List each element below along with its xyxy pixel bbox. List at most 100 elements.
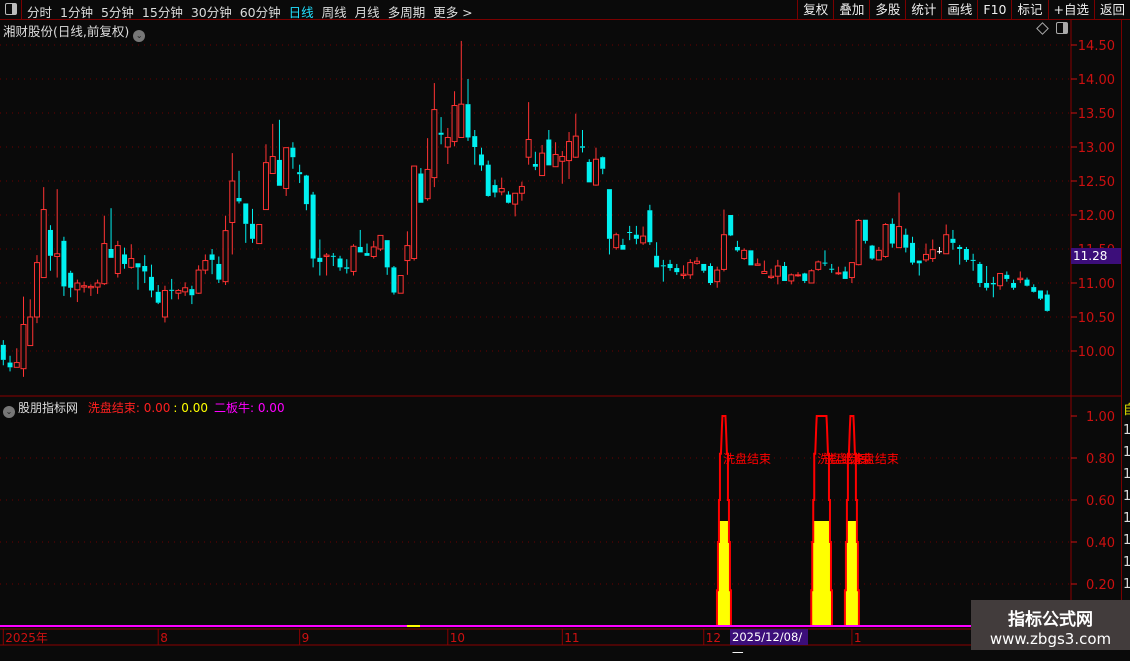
candle-down (586, 161, 592, 183)
candle-up (74, 282, 81, 291)
y-tick-label: 11.00 (1078, 277, 1115, 292)
candle-up (20, 323, 27, 370)
kline-chart[interactable]: 14.5014.0013.5013.0012.5012.0011.5011.00… (0, 0, 1130, 650)
candle-down (660, 265, 666, 267)
candle-down (276, 159, 282, 186)
candle-up (229, 180, 236, 223)
strip-item: 1 (1123, 442, 1130, 464)
candle-down (243, 203, 249, 224)
candle-up (741, 249, 748, 260)
candle-up (896, 226, 903, 249)
candle-down (505, 194, 511, 203)
candle-down (654, 255, 660, 268)
candle-up (81, 285, 88, 288)
candle-down (492, 185, 498, 193)
candle-up (680, 273, 687, 277)
candle-up (202, 260, 209, 271)
candle-down (728, 215, 734, 236)
candle-up (687, 262, 694, 276)
candle-down (47, 229, 53, 256)
strip-item: 1 (1123, 574, 1130, 596)
candle-down (984, 283, 990, 288)
strip-item: 1 (1123, 464, 1130, 486)
candle-down (236, 198, 242, 202)
candle-up (404, 245, 411, 262)
candle-up (572, 135, 579, 158)
indicator-tick-label: 0.80 (1086, 452, 1115, 467)
candle-up (768, 275, 775, 279)
candle-down (317, 257, 323, 262)
strip-item: 1 (1123, 486, 1130, 508)
selected-date: 2025/12/08/一 (730, 629, 808, 660)
candle-down (438, 132, 444, 135)
candle-up (431, 109, 438, 179)
y-tick-label: 12.50 (1078, 175, 1115, 190)
candle-up (283, 147, 290, 189)
candle-up (566, 141, 573, 162)
candle-down (842, 271, 848, 279)
candle-up (54, 253, 61, 257)
candle-down (155, 291, 161, 303)
candle-down (977, 263, 983, 283)
indicator-tick-label: 1.00 (1086, 410, 1115, 425)
candle-down (290, 147, 296, 158)
candle-up (788, 274, 795, 282)
candle-down (862, 219, 868, 241)
candle-down (910, 242, 916, 263)
signal-label: 洗盘结束 (851, 451, 899, 466)
candle-up (525, 139, 532, 158)
candle-down (829, 268, 835, 270)
candle-up (444, 136, 451, 148)
candle-down (701, 263, 707, 271)
signal-label: 洗盘结束 (723, 451, 771, 466)
candle-up (875, 249, 882, 261)
candle-up (13, 362, 20, 368)
candle-down (108, 249, 114, 258)
candle-down (7, 362, 13, 368)
date-label: 9 (302, 631, 310, 645)
date-label: 2025年 (5, 631, 48, 645)
candle-up (101, 243, 108, 285)
candle-down (344, 267, 350, 269)
candle-up (269, 156, 276, 175)
signal-fill (811, 521, 832, 626)
candle-up (498, 187, 505, 193)
indicator-field: 洗盘结束: 0.00 (87, 401, 171, 415)
candle-up (40, 209, 47, 279)
candle-down (782, 266, 788, 281)
candle-up (182, 287, 189, 293)
candle-up (997, 272, 1004, 287)
y-tick-label: 12.00 (1078, 209, 1115, 224)
candle-up (559, 156, 566, 162)
candle-up (761, 270, 768, 274)
candle-up (377, 234, 384, 250)
candle-up (808, 270, 815, 284)
watermark-url: www.zbgs3.com (989, 630, 1112, 648)
indicator-name[interactable]: 股朋指标网 (18, 401, 78, 415)
watermark-title: 指标公式网 (1008, 610, 1093, 630)
candle-up (175, 289, 182, 294)
candle-down (903, 234, 909, 248)
candle-down (297, 172, 303, 175)
date-label: 10 (450, 631, 465, 645)
candle-up (848, 262, 855, 279)
candle-down (748, 250, 754, 266)
indicator-field: : 0.00 (173, 401, 208, 415)
chevron-down-icon[interactable]: ⌄ (3, 406, 15, 418)
strip-item: 自 (1123, 402, 1130, 420)
candle-up (87, 285, 94, 289)
candle-down (310, 194, 316, 259)
candle-down (869, 245, 875, 259)
candle-down (0, 344, 6, 360)
date-label: 8 (160, 631, 168, 645)
y-tick-label: 13.00 (1078, 141, 1115, 156)
candle-up (720, 234, 727, 270)
candle-up (370, 246, 377, 257)
candle-down (1031, 287, 1037, 292)
current-price-label: 11.28 (1071, 248, 1122, 264)
candle-up (714, 269, 721, 283)
candle-up (943, 234, 950, 255)
side-panel-strip[interactable]: 自11111111 (1121, 20, 1130, 628)
candle-up (256, 224, 263, 245)
candle-down (135, 263, 141, 268)
